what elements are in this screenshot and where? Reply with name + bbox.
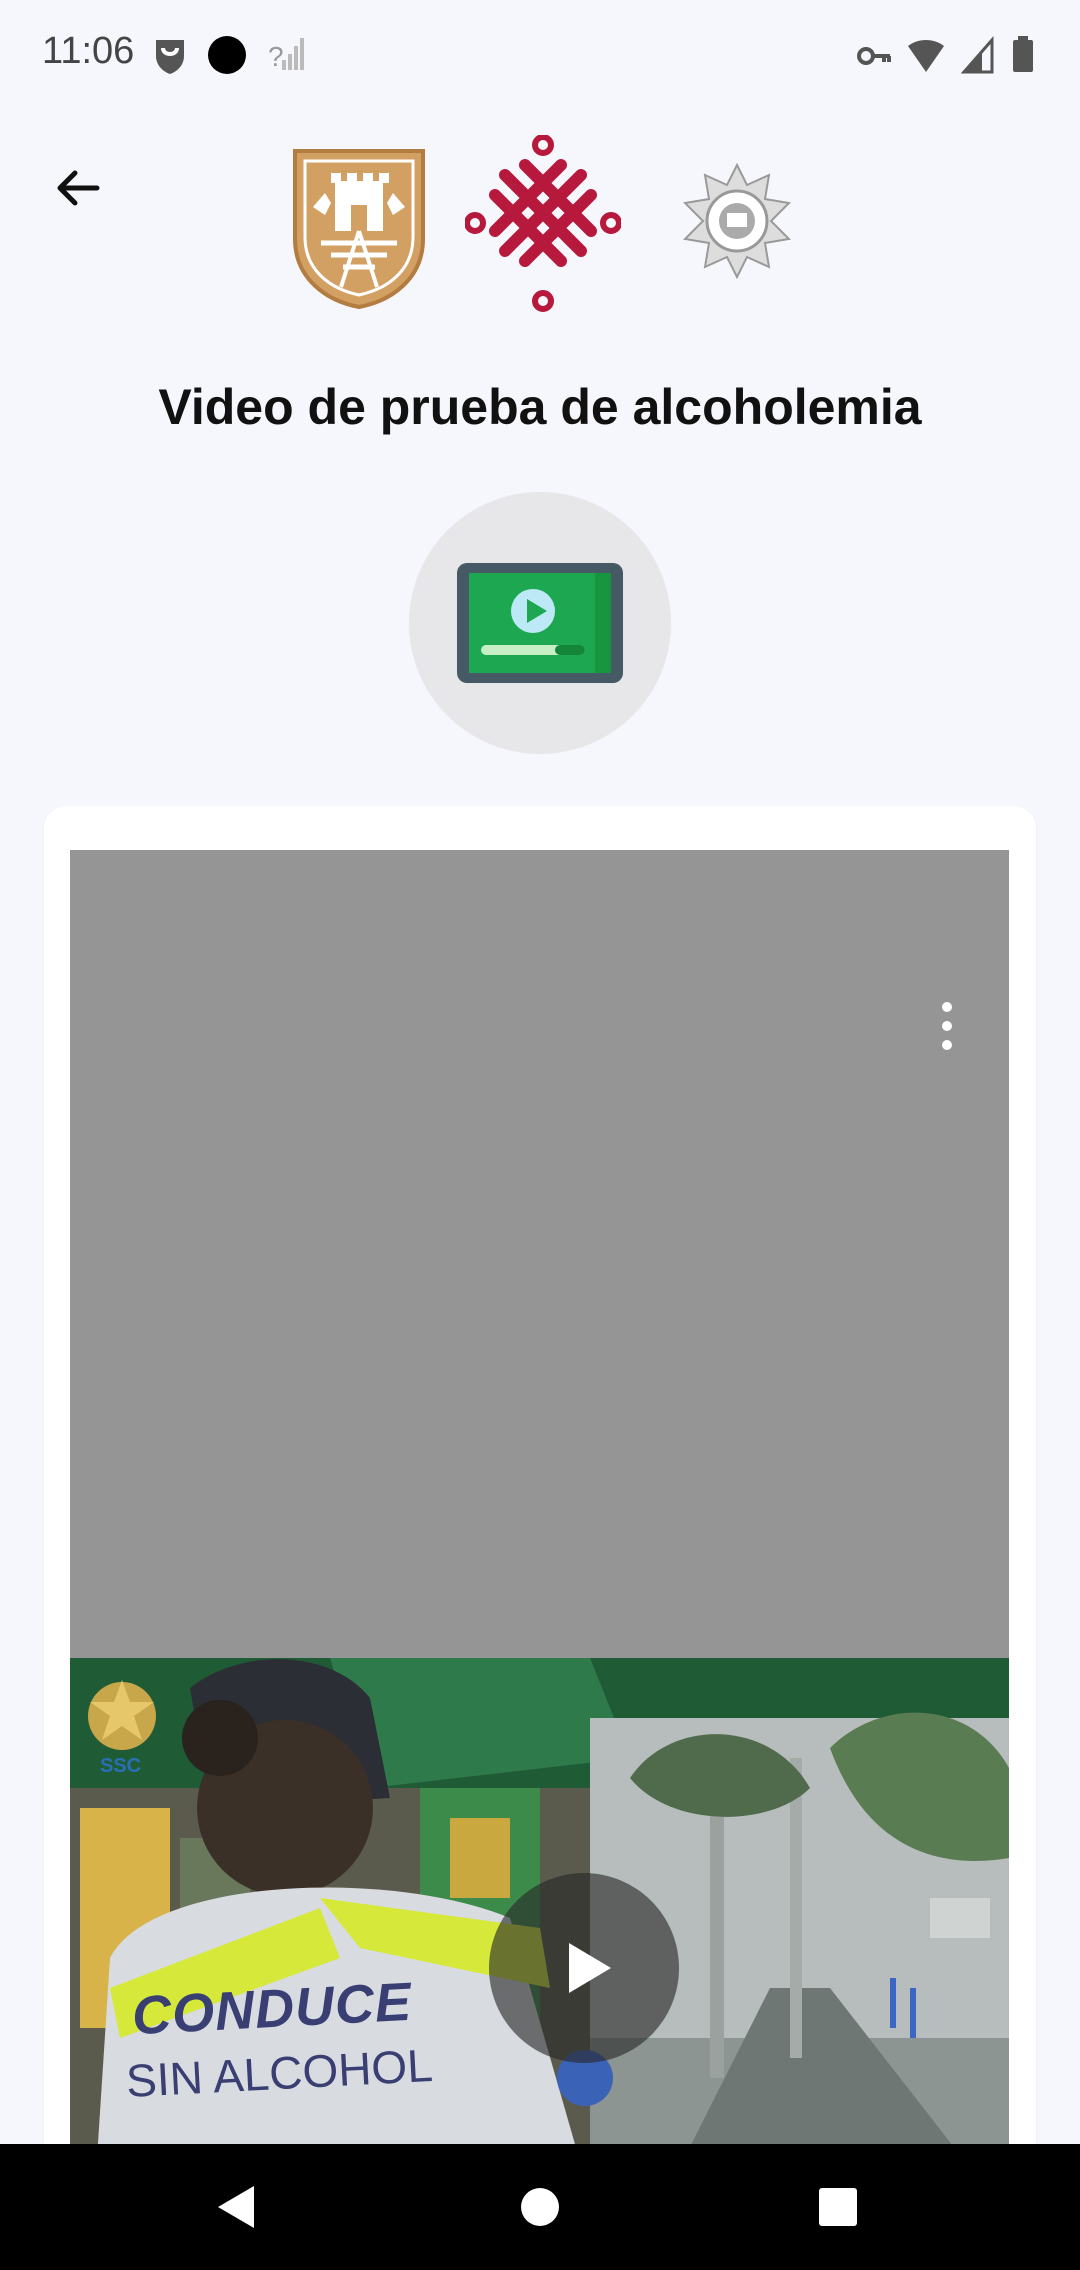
status-time: 11:06 (42, 30, 135, 72)
cdmx-shield-logo (293, 149, 425, 310)
status-right-icons (856, 30, 1036, 82)
battery-icon (1013, 36, 1033, 72)
nav-back-icon (218, 2186, 254, 2228)
nav-recents-icon (819, 2188, 857, 2226)
cell-signal-icon (960, 36, 994, 74)
status-bar: 11:06 ? (0, 0, 1080, 110)
cdmx-red-logo (465, 135, 621, 312)
header-logos (285, 135, 805, 315)
vpn-key-icon (857, 47, 891, 65)
nav-recents-button[interactable] (793, 2172, 883, 2242)
more-vert-icon (942, 1002, 952, 1012)
back-button[interactable] (40, 150, 116, 226)
recording-dot-icon (208, 36, 246, 74)
nav-home-icon (521, 2188, 559, 2226)
nav-back-button[interactable] (192, 2172, 282, 2242)
ssc-watermark: SSC (100, 1755, 142, 1777)
video-card: SSC CONDUCE SIN ALCOHOL (44, 806, 1036, 2266)
video-player[interactable]: SSC CONDUCE SIN ALCOHOL (70, 850, 1009, 2266)
more-options-button[interactable] (927, 996, 967, 1056)
play-button[interactable] (489, 1873, 679, 2063)
signal-question: ? (268, 41, 284, 72)
arrow-back-icon (57, 170, 100, 206)
page-title: Video de prueba de alcoholemia (158, 379, 922, 435)
video-badge (409, 492, 671, 754)
play-icon (569, 1943, 611, 1993)
ssc-badge-logo (683, 163, 791, 279)
nav-home-button[interactable] (495, 2172, 585, 2242)
no-signal-icon: ? (268, 38, 304, 72)
shield-notification-icon (156, 40, 184, 74)
video-tablet-icon (457, 563, 623, 683)
navigation-bar (0, 2144, 1080, 2270)
wifi-icon (908, 40, 944, 72)
